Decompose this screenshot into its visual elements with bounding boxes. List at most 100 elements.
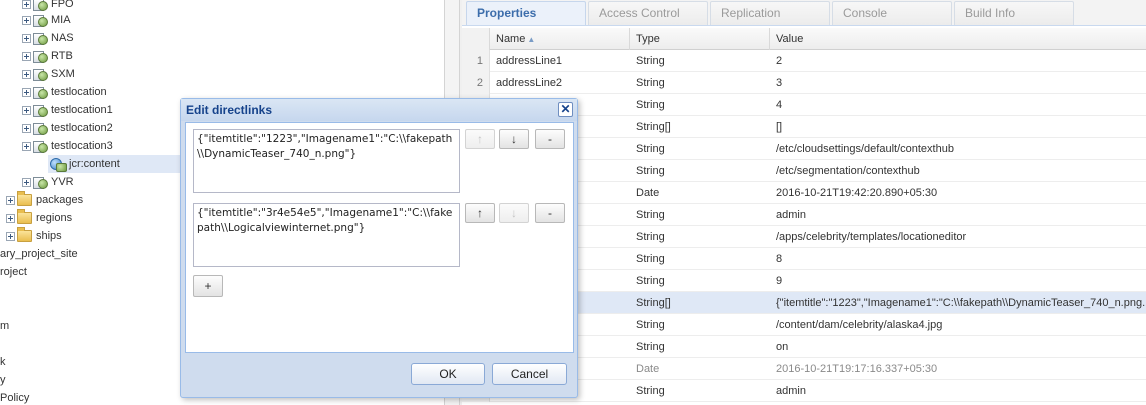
tree-node-label: m [0, 320, 10, 332]
tab-properties[interactable]: Properties [466, 1, 586, 25]
tree-node-label: ships [36, 230, 62, 242]
property-type: String [636, 165, 665, 177]
property-value: 9 [776, 275, 783, 287]
tab-console[interactable]: Console [832, 1, 952, 25]
ok-button[interactable]: OK [411, 363, 485, 385]
property-value: 4 [776, 99, 783, 111]
node-icon [33, 67, 48, 82]
tree-node[interactable]: regions [6, 209, 72, 227]
property-value: admin [776, 385, 806, 397]
property-type: String [636, 55, 665, 67]
dialog-title-bar[interactable]: Edit directlinks ✕ [181, 99, 577, 121]
directlink-field-1[interactable]: {"itemtitle":"1223","Imagename1":"C:\\fa… [193, 129, 460, 193]
expand-icon[interactable] [22, 33, 31, 43]
tree-node[interactable]: YVR [22, 173, 74, 191]
cancel-button[interactable]: Cancel [492, 363, 567, 385]
tree-node-label: testlocation [51, 86, 107, 98]
expand-icon[interactable] [22, 123, 31, 133]
column-header-name[interactable]: Name ▲ [490, 28, 630, 50]
property-type: String [636, 143, 665, 155]
tree-node[interactable]: RTB [22, 47, 73, 65]
move-down-button[interactable]: ↓ [499, 129, 529, 149]
tree-node[interactable]: Policy [0, 389, 29, 405]
property-type: String[] [636, 297, 671, 309]
property-type: String [636, 77, 665, 89]
edit-directlinks-dialog: Edit directlinks ✕ {"itemtitle":"1223","… [180, 98, 578, 398]
expand-icon[interactable] [6, 213, 15, 223]
property-type: String [636, 341, 665, 353]
tree-node-label: testlocation2 [51, 122, 113, 134]
column-header-type[interactable]: Type [630, 28, 770, 50]
tree-node[interactable]: NAS [22, 29, 74, 47]
column-header-value[interactable]: Value [770, 28, 1146, 50]
tree-node[interactable]: roject [0, 263, 27, 281]
folder-icon [17, 191, 32, 207]
expand-icon[interactable] [22, 87, 31, 97]
tree-node-label: y [0, 374, 6, 386]
property-type: String [636, 275, 665, 287]
tree-node[interactable]: SXM [22, 65, 75, 83]
table-row[interactable]: 1 addressLine1 String 2 [462, 50, 1146, 72]
expand-icon[interactable] [22, 177, 31, 187]
node-icon [33, 139, 48, 154]
tree-node[interactable]: testlocation3 [22, 137, 113, 155]
tree-node[interactable]: ary_project_site [0, 245, 78, 263]
property-type: String [636, 319, 665, 331]
property-type: String [636, 385, 665, 397]
tab-replication[interactable]: Replication [710, 1, 830, 25]
row-number: 1 [462, 50, 490, 72]
tree-node-label: ary_project_site [0, 248, 78, 260]
directlink-field-2[interactable]: {"itemtitle":"3r4e54e5","Imagename1":"C:… [193, 203, 460, 267]
dialog-body: {"itemtitle":"1223","Imagename1":"C:\\fa… [185, 122, 574, 353]
expand-icon[interactable] [22, 51, 31, 61]
expand-icon[interactable] [22, 15, 31, 25]
close-button[interactable]: ✕ [558, 102, 573, 117]
tree-node[interactable]: k [0, 353, 6, 371]
property-type: Date [636, 363, 660, 375]
property-type: Date [636, 187, 660, 199]
property-value: 3 [776, 77, 783, 89]
tree-node[interactable]: ships [6, 227, 62, 245]
move-down-button[interactable]: ↓ [499, 203, 529, 223]
node-icon [33, 31, 48, 46]
node-icon [33, 0, 48, 12]
tab-strip: Properties Access Control Replication Co… [462, 0, 1146, 26]
sort-ascending-icon: ▲ [527, 35, 536, 44]
expand-icon[interactable] [6, 195, 15, 205]
tree-node-label: jcr:content [69, 158, 120, 170]
tab-access-control[interactable]: Access Control [588, 1, 708, 25]
tree-node[interactable]: m [0, 317, 9, 335]
add-item-button[interactable]: + [193, 275, 223, 297]
property-value: admin [776, 209, 806, 221]
tab-build-info[interactable]: Build Info [954, 1, 1074, 25]
tree-node[interactable]: testlocation2 [22, 119, 113, 137]
tree-node[interactable]: testlocation [22, 83, 107, 101]
expand-icon[interactable] [6, 231, 15, 241]
table-row[interactable]: 2 addressLine2 String 3 [462, 72, 1146, 94]
node-icon [33, 85, 48, 100]
expand-icon[interactable] [22, 105, 31, 115]
tree-node-label: packages [36, 194, 84, 206]
node-icon [33, 103, 48, 118]
expand-icon[interactable] [22, 0, 31, 9]
remove-button[interactable]: - [535, 203, 565, 223]
remove-button[interactable]: - [535, 129, 565, 149]
grid-header: Name ▲ Type Value [462, 28, 1146, 50]
expand-icon[interactable] [22, 141, 31, 151]
property-type: String[] [636, 121, 671, 133]
property-value: /content/dam/celebrity/alaska4.jpg [776, 319, 943, 331]
tree-node[interactable]: packages [6, 191, 83, 209]
property-type: String [636, 231, 665, 243]
tree-node-label: regions [36, 212, 73, 224]
property-type: String [636, 253, 665, 265]
tree-node[interactable]: MIA [22, 11, 71, 29]
move-up-button[interactable]: ↑ [465, 203, 495, 223]
node-icon [33, 121, 48, 136]
expand-icon[interactable] [22, 69, 31, 79]
column-header-label: Name [496, 33, 526, 45]
tree-node-label: MIA [51, 14, 71, 26]
move-up-button[interactable]: ↑ [465, 129, 495, 149]
property-value: [] [776, 121, 783, 133]
tree-node[interactable]: testlocation1 [22, 101, 113, 119]
tree-node[interactable]: y [0, 371, 6, 389]
